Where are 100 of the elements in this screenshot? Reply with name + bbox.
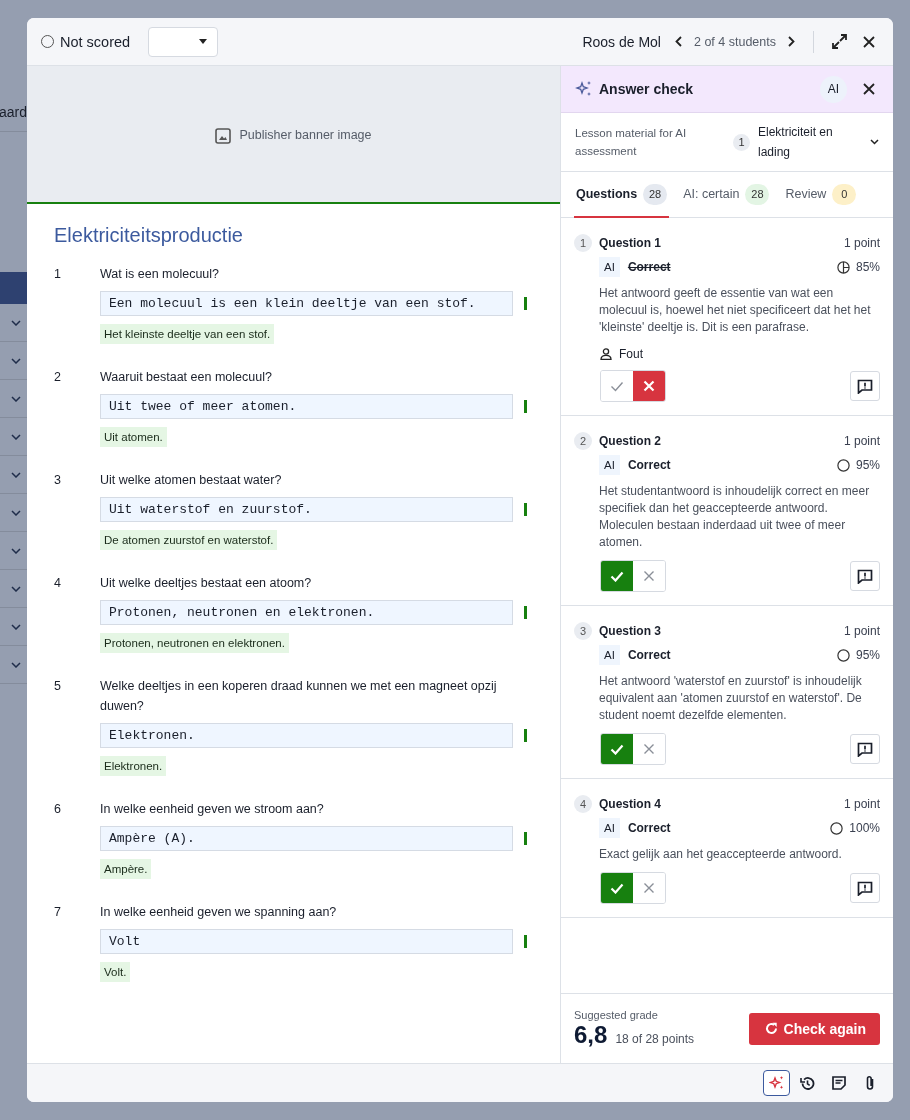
refresh-icon — [764, 1022, 778, 1035]
grade-label: Suggested grade — [574, 1008, 659, 1021]
question-number: 7 — [54, 905, 62, 921]
feedback-icon — [857, 880, 873, 896]
question-text: In welke eenheid geven we spanning aan? — [100, 904, 338, 921]
lesson-material-label: Lesson material for AI assessment — [575, 126, 688, 159]
correct-button[interactable] — [601, 561, 633, 591]
lesson-material-dropdown[interactable]: 1 Elektriciteit en lading — [733, 122, 879, 162]
accepted-answer: Uit atomen. — [100, 427, 167, 447]
cross-icon — [643, 882, 655, 894]
filter-tab[interactable]: Review 0 — [783, 172, 859, 218]
question-number: 2 — [54, 370, 62, 386]
panel-title: Answer check — [599, 81, 694, 97]
question-number: 1 — [54, 267, 62, 283]
chevron-down-icon[interactable] — [11, 471, 21, 478]
check-icon — [610, 570, 624, 582]
person-icon — [600, 348, 612, 360]
ai-verdict: Correct — [627, 648, 671, 662]
ai-tag: AI — [599, 645, 620, 665]
check-icon — [610, 882, 624, 894]
accepted-answer: Ampère. — [100, 859, 152, 879]
ai-verdict: Correct — [627, 260, 671, 274]
student-answer: Een molecuul is een klein deeltje van een stof. — [100, 291, 513, 316]
score-status: Not scored — [41, 33, 131, 50]
caret-icon — [199, 39, 208, 44]
question-title: Question 3 — [599, 624, 661, 638]
chevron-down-icon[interactable] — [11, 357, 21, 364]
student-answer: Ampère (A). — [100, 826, 513, 851]
question-text: Wat is een molecuul? — [100, 266, 221, 283]
feedback-button[interactable] — [850, 734, 880, 764]
confidence-value: 100% — [849, 821, 880, 835]
confidence-value: 95% — [855, 458, 880, 472]
chevron-down-icon[interactable] — [11, 509, 21, 516]
ai-explanation: Het antwoord geeft de essentie van wat een molecuul is, hoewel het niet specificeert dat het het 'kleinste' deeltje is. Dit is een parafrase. — [599, 285, 872, 336]
feedback-button[interactable] — [850, 873, 880, 903]
chevron-down-icon[interactable] — [11, 661, 21, 668]
ai-tag: AI — [599, 257, 620, 277]
student-answer: Protonen, neutronen en elektronen. — [100, 600, 513, 625]
accepted-answer: Protonen, neutronen en elektronen. — [100, 633, 289, 653]
ai-tag: AI — [599, 818, 620, 838]
question-number: 1 — [574, 234, 592, 252]
question-number: 2 — [574, 432, 592, 450]
question-number: 6 — [54, 802, 62, 818]
filter-tab[interactable]: AI: certain 28 — [681, 172, 772, 218]
ai-explanation: Het studentantwoord is inhoudelijk correct en meer specifiek dan het geaccepteerde antwoord. Moleculen bestaan inderdaad uit twee of meer atomen. — [599, 483, 871, 551]
ai-badge: AI — [820, 75, 847, 103]
ai-verdict: Correct — [627, 821, 671, 835]
question-text: Uit welke atomen bestaat water? — [100, 472, 283, 489]
incorrect-button[interactable] — [633, 371, 665, 401]
confidence-value: 85% — [855, 260, 880, 274]
points-total: 18 of 28 points — [615, 1031, 695, 1046]
accepted-answer: Volt. — [100, 962, 131, 982]
question-number: 5 — [54, 679, 62, 695]
accepted-answer: De atomen zuurstof en waterstof. — [100, 530, 278, 550]
feedback-button[interactable] — [850, 561, 880, 591]
question-number: 4 — [574, 795, 592, 813]
feedback-button[interactable] — [850, 371, 880, 401]
chevron-down-icon[interactable] — [11, 395, 21, 402]
correct-button[interactable] — [601, 873, 633, 903]
question-text: Welke deeltjes in een koperen draad kunnen we met een magneet opzij duwen? — [100, 678, 498, 715]
ai-explanation: Exact gelijk aan het geaccepteerde antwoord. — [599, 846, 843, 863]
question-text: In welke eenheid geven we stroom aan? — [100, 801, 325, 818]
image-icon — [215, 128, 232, 144]
accepted-answer: Elektronen. — [100, 756, 167, 776]
column-label: aard — [0, 104, 27, 120]
question-title: Question 4 — [599, 797, 661, 811]
sparkle-icon[interactable] — [763, 1070, 790, 1096]
chevron-down-icon[interactable] — [11, 433, 21, 440]
ai-tag: AI — [599, 455, 620, 475]
student-answer: Uit waterstof en zuurstof. — [100, 497, 513, 522]
feedback-icon — [857, 741, 873, 757]
chevron-down-icon[interactable] — [11, 547, 21, 554]
sparkle-icon — [575, 80, 593, 98]
chevron-down-icon — [870, 139, 879, 145]
confidence-value: 95% — [855, 648, 880, 662]
question-title: Question 1 — [599, 236, 661, 250]
question-number: 3 — [574, 622, 592, 640]
question-number: 4 — [54, 576, 62, 592]
document-title: Elektriciteitsproductie — [54, 224, 244, 247]
chevron-down-icon[interactable] — [11, 623, 21, 630]
correct-button[interactable] — [601, 734, 633, 764]
points-label: 1 point — [843, 797, 880, 811]
student-answer: Elektronen. — [100, 723, 513, 748]
cross-icon — [643, 570, 655, 582]
accepted-answer: Het kleinste deeltje van een stof. — [100, 324, 275, 344]
feedback-icon — [857, 378, 873, 394]
question-number: 3 — [54, 473, 62, 489]
ai-explanation: Het antwoord 'waterstof en zuurstof' is inhoudelijk equivalent aan 'atomen zuurstof en waterstof'. De student noemt dezelfde elementen. — [599, 673, 863, 724]
feedback-icon — [857, 568, 873, 584]
chevron-down-icon[interactable] — [11, 319, 21, 326]
cross-icon — [643, 380, 655, 392]
chevron-down-icon[interactable] — [11, 585, 21, 592]
check-again-button[interactable]: Check again — [748, 1012, 880, 1045]
student-name: Roos de Mol — [582, 33, 661, 50]
question-text: Waaruit bestaat een molecuul? — [100, 369, 273, 386]
points-label: 1 point — [843, 624, 880, 638]
student-position: 2 of 4 students — [694, 34, 776, 49]
question-title: Question 2 — [599, 434, 661, 448]
filter-tab[interactable]: Questions 28 — [574, 172, 670, 218]
ai-verdict: Correct — [627, 458, 671, 472]
